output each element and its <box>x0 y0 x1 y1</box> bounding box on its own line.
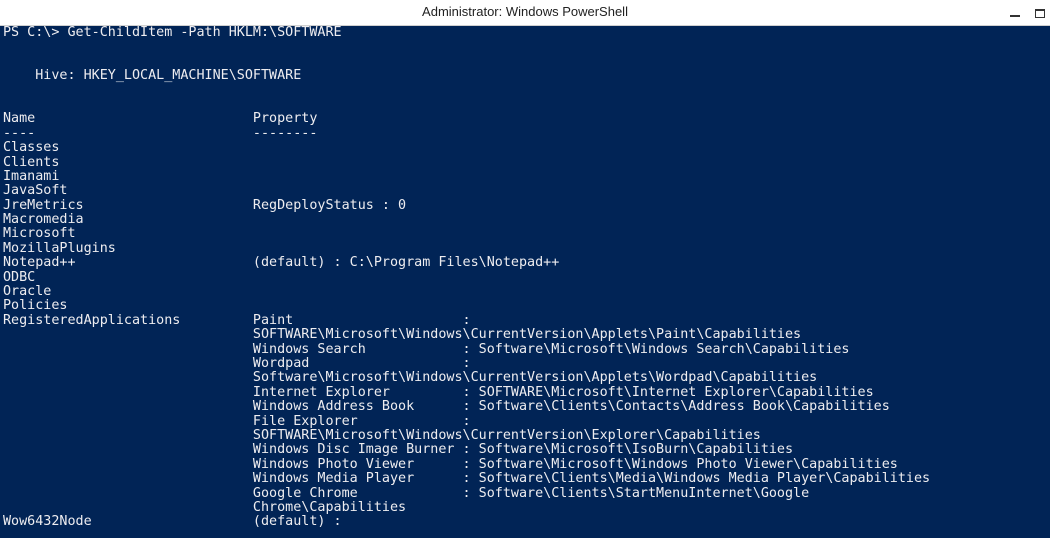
console-line: Wordpad : <box>3 356 471 371</box>
console-line: SOFTWARE\Microsoft\Windows\CurrentVersio… <box>3 328 802 343</box>
console-line: JreMetrics RegDeployStatus : 0 <box>3 198 407 213</box>
console-line: Internet Explorer : SOFTWARE\Microsoft\I… <box>3 385 874 400</box>
console-line: Windows Disc Image Burner : Software\Mic… <box>3 443 794 458</box>
console-line: Oracle <box>3 285 52 300</box>
console-line: Chrome\Capabilities <box>3 500 407 515</box>
title-bar[interactable]: Administrator: Windows PowerShell <box>0 0 1050 26</box>
console-line: Windows Media Player : Software\Clients\… <box>3 472 931 487</box>
console-line: Hive: HKEY_LOCAL_MACHINE\SOFTWARE <box>3 69 302 84</box>
console-line: SOFTWARE\Microsoft\Windows\CurrentVersio… <box>3 428 761 443</box>
console-line: ODBC <box>3 270 36 285</box>
console-line: Imanami <box>3 169 60 184</box>
console-line: ---- -------- <box>3 126 318 141</box>
console-line: Windows Address Book : Software\Clients\… <box>3 400 890 415</box>
console-line: Google Chrome : Software\Clients\StartMe… <box>3 486 810 501</box>
console-line: Clients <box>3 155 60 170</box>
console-line: Policies <box>3 299 68 314</box>
command-prompt-line: PS C:\> Get-ChildItem -Path HKLM:\SOFTWA… <box>3 26 342 40</box>
minimize-button[interactable] <box>1000 0 1030 26</box>
console-line: Notepad++ (default) : C:\Program Files\N… <box>3 256 560 271</box>
maximize-icon <box>1035 8 1045 18</box>
console-line: Microsoft <box>3 227 76 242</box>
console-line: Windows Photo Viewer : Software\Microsof… <box>3 457 898 472</box>
console-line: RegisteredApplications Paint : <box>3 313 471 328</box>
minimize-icon <box>1010 15 1020 17</box>
window-title: Administrator: Windows PowerShell <box>422 4 628 19</box>
console-line: Classes <box>3 141 60 156</box>
console-output[interactable]: PS C:\> Get-ChildItem -Path HKLM:\SOFTWA… <box>0 26 1050 538</box>
console-line: MozillaPlugins <box>3 241 116 256</box>
console-line: Software\Microsoft\Windows\CurrentVersio… <box>3 371 818 386</box>
console-line: Macromedia <box>3 213 84 228</box>
console-line: Name Property <box>3 112 318 127</box>
console-line: Windows Search : Software\Microsoft\Wind… <box>3 342 850 357</box>
powershell-window: Administrator: Windows PowerShell PS C:\… <box>0 0 1050 538</box>
console-line: JavaSoft <box>3 184 68 199</box>
console-line: Wow6432Node (default) : <box>3 515 342 530</box>
console-line: File Explorer : <box>3 414 471 429</box>
maximize-button[interactable] <box>1030 0 1050 26</box>
